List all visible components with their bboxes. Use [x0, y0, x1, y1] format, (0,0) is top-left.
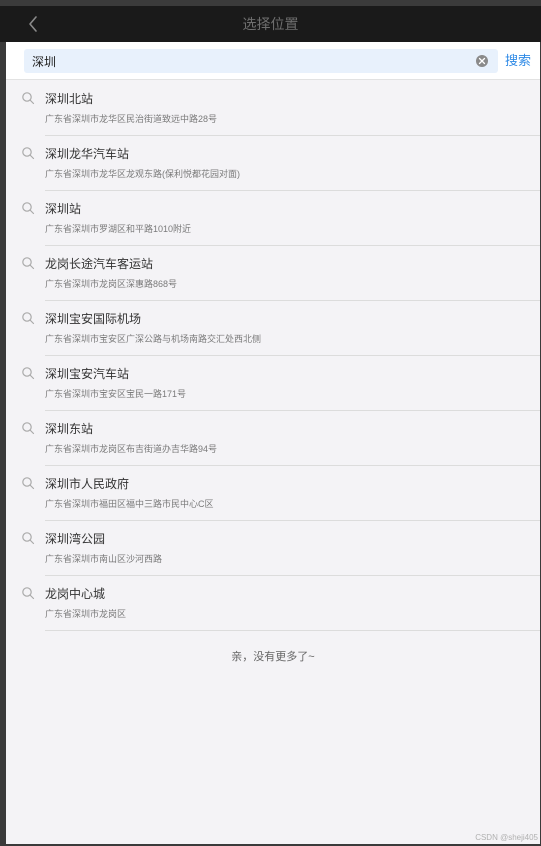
search-icon	[22, 92, 35, 105]
results-list: 深圳北站 广东省深圳市龙华区民治街道致远中路28号 深圳龙华汽车站 广东省深圳市…	[6, 81, 540, 631]
result-address: 广东省深圳市龙华区民治街道致远中路28号	[45, 114, 218, 124]
clear-button[interactable]	[476, 55, 488, 67]
search-icon	[22, 532, 35, 545]
result-name: 深圳东站	[45, 422, 94, 436]
result-item[interactable]: 深圳宝安汽车站 广东省深圳市宝安区宝民一路171号	[6, 356, 540, 411]
search-icon	[22, 257, 35, 270]
result-item[interactable]: 龙岗中心城 广东省深圳市龙岗区	[6, 576, 540, 631]
search-input[interactable]	[32, 49, 452, 73]
result-name: 龙岗长途汽车客运站	[45, 257, 154, 271]
result-address: 广东省深圳市龙岗区	[45, 609, 127, 619]
search-icon	[22, 422, 35, 435]
clear-icon	[478, 57, 486, 65]
result-address: 广东省深圳市宝安区宝民一路171号	[45, 389, 187, 399]
result-name: 深圳站	[45, 202, 82, 216]
result-item[interactable]: 龙岗长途汽车客运站 广东省深圳市龙岗区深惠路868号	[6, 246, 540, 301]
navbar: 选择位置	[0, 6, 541, 42]
result-address: 广东省深圳市南山区沙河西路	[45, 554, 163, 564]
search-icon	[22, 587, 35, 600]
no-more-text: 亲，没有更多了~	[231, 651, 315, 663]
result-name: 深圳宝安国际机场	[45, 312, 142, 326]
result-item[interactable]: 深圳市人民政府 广东省深圳市福田区福中三路市民中心C区	[6, 466, 540, 521]
result-name: 深圳市人民政府	[45, 477, 130, 491]
search-bar: 搜索	[6, 42, 540, 80]
result-item[interactable]: 深圳北站 广东省深圳市龙华区民治街道致远中路28号	[6, 81, 540, 136]
search-icon	[22, 202, 35, 215]
result-address: 广东省深圳市龙岗区布吉街道办吉华路94号	[45, 444, 218, 454]
result-item[interactable]: 深圳宝安国际机场 广东省深圳市宝安区广深公路与机场南路交汇处西北侧	[6, 301, 540, 356]
result-address: 广东省深圳市罗湖区和平路1010附近	[45, 224, 192, 234]
result-item[interactable]: 深圳站 广东省深圳市罗湖区和平路1010附近	[6, 191, 540, 246]
result-item[interactable]: 深圳东站 广东省深圳市龙岗区布吉街道办吉华路94号	[6, 411, 540, 466]
page-title: 选择位置	[242, 16, 299, 32]
result-name: 深圳湾公园	[45, 532, 106, 546]
search-icon	[22, 477, 35, 490]
search-icon	[22, 312, 35, 325]
search-icon	[22, 147, 35, 160]
result-name: 深圳北站	[45, 92, 94, 106]
result-name: 深圳龙华汽车站	[45, 147, 130, 161]
result-address: 广东省深圳市宝安区广深公路与机场南路交汇处西北侧	[45, 334, 262, 344]
result-address: 广东省深圳市龙岗区深惠路868号	[45, 279, 178, 289]
search-box	[24, 49, 498, 73]
result-name: 深圳宝安汽车站	[45, 367, 130, 381]
search-icon	[22, 367, 35, 380]
result-item[interactable]: 深圳龙华汽车站 广东省深圳市龙华区龙观东路(保利悦都花园对面)	[6, 136, 540, 191]
result-address: 广东省深圳市龙华区龙观东路(保利悦都花园对面)	[45, 169, 240, 179]
watermark: CSDN @sheji405	[475, 833, 538, 842]
result-item[interactable]: 深圳湾公园 广东省深圳市南山区沙河西路	[6, 521, 540, 576]
search-button[interactable]: 搜索	[505, 49, 531, 73]
result-name: 龙岗中心城	[45, 587, 106, 601]
result-address: 广东省深圳市福田区福中三路市民中心C区	[45, 499, 214, 509]
divider	[45, 630, 540, 631]
